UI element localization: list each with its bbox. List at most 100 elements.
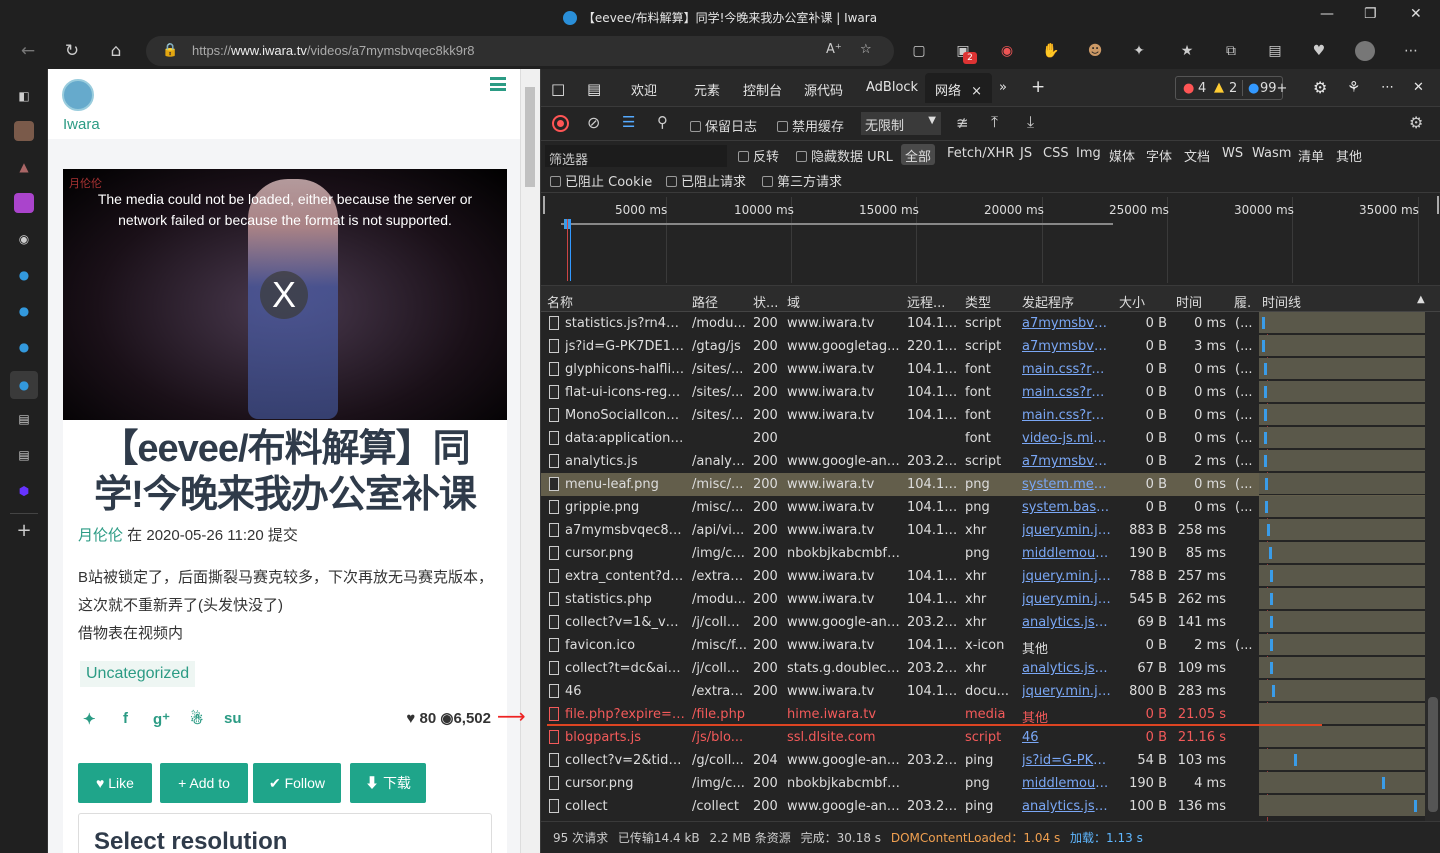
cell-initiator[interactable]: analytics.js:43 [1022, 615, 1112, 630]
add-to-button[interactable]: + Add to [160, 763, 248, 803]
author-link[interactable]: 月伦伦 [78, 527, 123, 544]
table-row[interactable]: data:application/f... 200 font video-js.min… [541, 427, 1425, 450]
table-row[interactable]: analytics.js/analyt... 200 www.google-ana.… [541, 450, 1425, 473]
tabs-collection-icon[interactable]: ⧉ [1221, 41, 1241, 61]
tab-favicon-3[interactable] [14, 193, 34, 213]
tab-favicon-2[interactable]: ▲ [14, 157, 34, 177]
record-button[interactable] [552, 115, 569, 132]
network-settings-icon[interactable]: ⚙ [1409, 113, 1423, 132]
performance-icon[interactable]: ♥ [1309, 41, 1329, 61]
cell-initiator[interactable]: jquery.min.js:5 [1022, 684, 1112, 699]
timeline-right-handle[interactable] [1437, 196, 1439, 214]
cell-initiator[interactable]: video-js.min.... [1022, 431, 1112, 446]
filter-type-font[interactable]: 字体 [1146, 146, 1172, 165]
cell-initiator[interactable]: a7mymsbvq... [1022, 316, 1112, 331]
filter-type-js[interactable]: JS [1020, 146, 1032, 161]
filter-type-ws[interactable]: WS [1222, 146, 1243, 161]
device-toolbar-icon[interactable]: ▤ [587, 80, 601, 98]
cell-initiator[interactable]: a7mymsbvq... [1022, 454, 1112, 469]
hex-icon[interactable]: ⬢ [14, 481, 34, 501]
clear-icon[interactable]: ⊘ [587, 113, 600, 132]
table-row[interactable]: MonoSocialIconsF... /sites/... 200 www.iwar… [541, 404, 1425, 427]
profile-avatar[interactable] [1355, 41, 1375, 61]
add-favorite-icon[interactable]: ☆ [860, 42, 872, 57]
disable-cache-checkbox[interactable]: 禁用缓存 [777, 116, 844, 135]
filter-type-fetch[interactable]: Fetch/XHR [947, 146, 1014, 161]
video-close-icon[interactable]: X [260, 271, 308, 319]
more-options-icon[interactable]: ⋯ [1381, 80, 1394, 95]
table-row[interactable]: 46/extra_... 200 www.iwara.tv 104.19... docu… [541, 680, 1425, 703]
github-icon[interactable]: ◉ [14, 229, 34, 249]
table-row[interactable]: collect?t=dc&aip... /j/colle... 200 stats.g… [541, 657, 1425, 680]
filter-type-manifest[interactable]: 清单 [1298, 146, 1324, 165]
col-priority[interactable]: 履. [1234, 292, 1251, 311]
cell-initiator[interactable]: main.css?rn4... [1022, 408, 1112, 423]
table-row[interactable]: blogparts.js/js/blo... ssl.dlsite.com scri… [541, 726, 1425, 749]
table-scrollbar[interactable] [1425, 312, 1440, 821]
video-player[interactable]: 月伦伦 The media could not be loaded, eithe… [63, 169, 507, 420]
tab-elements[interactable]: 元素 [694, 80, 720, 99]
reddit-icon[interactable]: ☃ [190, 710, 203, 728]
favorites-icon[interactable]: ★ [1177, 41, 1197, 61]
close-tab-icon[interactable]: × [971, 84, 982, 99]
filter-type-css[interactable]: CSS [1043, 146, 1069, 161]
table-row[interactable]: glyphicons-halflin... /sites/... 200 www.iw… [541, 358, 1425, 381]
import-har-icon[interactable]: ⤒ [991, 112, 998, 132]
page-icon-2[interactable]: ▤ [14, 445, 34, 465]
col-path[interactable]: 路径 [692, 292, 718, 311]
settings-gear-icon[interactable]: ⚙ [1313, 78, 1327, 97]
table-row[interactable]: grippie.png/misc/... 200 www.iwara.tv 104.1… [541, 496, 1425, 519]
table-row[interactable]: collect?v=2&tid=... /g/coll... 204 www.goog… [541, 749, 1425, 772]
table-row[interactable]: extra_content?de... /extra_... 200 www.iwar… [541, 565, 1425, 588]
new-tab-icon[interactable]: + [14, 521, 34, 541]
hamburger-menu-icon[interactable] [490, 77, 506, 91]
table-row[interactable]: statistics.php/modu... 200 www.iwara.tv 104… [541, 588, 1425, 611]
screenshot-icon[interactable]: ▤ [1265, 41, 1285, 61]
cell-initiator[interactable]: js?id=G-PK7... [1022, 753, 1112, 768]
home-button[interactable]: ⌂ [105, 40, 127, 62]
filter-input[interactable]: 筛选器 [545, 145, 727, 168]
cell-initiator[interactable]: main.css?rn4... [1022, 362, 1112, 377]
col-initiator[interactable]: 发起程序 [1022, 292, 1074, 311]
drupal-icon-2[interactable]: ● [14, 301, 34, 321]
tab-welcome[interactable]: 欢迎 [631, 80, 657, 99]
tab-network[interactable]: 网络 × [925, 73, 993, 103]
collections-icon[interactable]: ▢ [909, 41, 929, 61]
stop-extension-icon[interactable]: ✋ [1041, 41, 1061, 61]
table-row[interactable]: menu-leaf.png/misc/... 200 www.iwara.tv 104… [541, 473, 1425, 496]
drupal-icon-1[interactable]: ● [14, 265, 34, 285]
table-row[interactable]: collect/collect 200 www.google-ana... 203.2… [541, 795, 1425, 818]
table-row[interactable]: collect?v=1&_v=j... /j/colle... 200 www.goo… [541, 611, 1425, 634]
url-text[interactable]: https://www.iwara.tv/videos/a7mymsbvqec8… [192, 43, 475, 58]
cell-initiator[interactable]: jquery.min.js:6 [1022, 592, 1112, 607]
filter-type-img[interactable]: Img [1076, 146, 1101, 161]
google-plus-icon[interactable]: g⁺ [153, 710, 170, 728]
col-type[interactable]: 类型 [965, 292, 991, 311]
maximize-button[interactable]: ❐ [1364, 6, 1377, 22]
address-bar[interactable]: 🔒 https://www.iwara.tv/videos/a7mymsbvqe… [146, 36, 894, 66]
site-logo[interactable] [62, 79, 94, 111]
third-party-checkbox[interactable]: 第三方请求 [762, 171, 842, 190]
add-tab-icon[interactable]: + [1031, 77, 1045, 97]
filter-type-media[interactable]: 媒体 [1109, 146, 1135, 165]
refresh-button[interactable]: ↻ [61, 40, 83, 62]
cell-initiator[interactable]: system.menu... [1022, 477, 1112, 492]
filter-type-other[interactable]: 其他 [1336, 146, 1362, 165]
minimize-button[interactable]: — [1320, 6, 1334, 22]
blocked-cookies-checkbox[interactable]: 已阻止 Cookie [550, 171, 652, 190]
export-har-icon[interactable]: ⤓ [1027, 112, 1034, 132]
page-scrollbar[interactable] [520, 69, 540, 853]
cell-initiator[interactable]: a7mymsbvq... [1022, 339, 1112, 354]
table-row[interactable]: a7mymsbvqec8kk... /api/vi... 200 www.iwara.… [541, 519, 1425, 542]
more-menu-icon[interactable]: ⋯ [1401, 41, 1421, 61]
col-name[interactable]: 名称 [547, 292, 573, 311]
timeline-left-handle[interactable] [543, 196, 545, 214]
throttle-select[interactable]: 无限制 ▼ [861, 112, 941, 135]
cell-initiator[interactable]: main.css?rn4... [1022, 385, 1112, 400]
cat-extension-icon[interactable]: ◉ [997, 41, 1017, 61]
customize-icon[interactable]: ⚘ [1347, 78, 1360, 96]
cell-initiator[interactable]: analytics.js:44 [1022, 799, 1112, 814]
col-waterfall[interactable]: 时间线 [1262, 292, 1301, 311]
drupal-icon-3[interactable]: ● [14, 337, 34, 357]
tab-favicon-1[interactable] [14, 121, 34, 141]
